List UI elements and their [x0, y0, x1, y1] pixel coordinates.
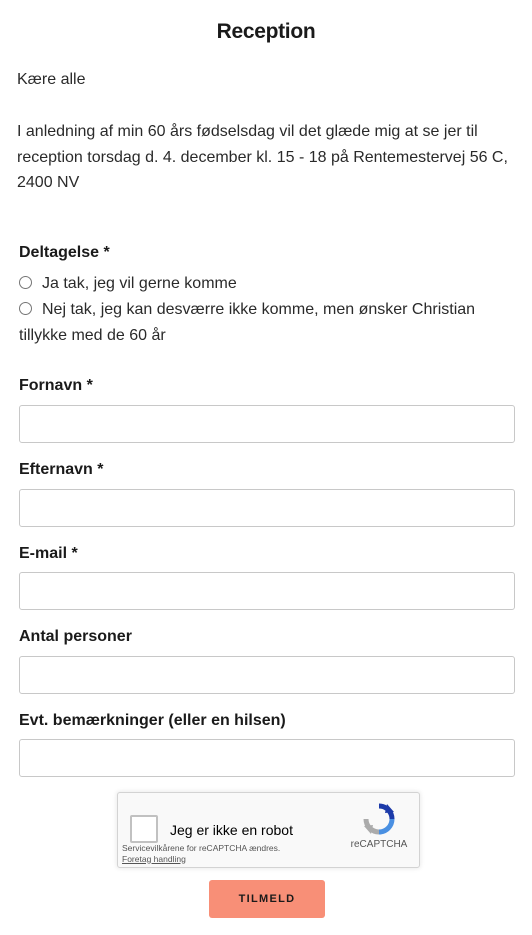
remarks-field[interactable] — [19, 739, 515, 777]
intro-text: I anledning af min 60 års fødselsdag vil… — [17, 123, 508, 191]
persons-label: Antal personer — [19, 628, 132, 645]
attendance-option-yes[interactable]: Ja tak, jeg vil gerne komme — [19, 271, 519, 297]
recaptcha-terms: Servicevilkårene for reCAPTCHA ændres. F… — [122, 843, 280, 864]
recaptcha-terms-link[interactable]: Foretag handling — [122, 854, 280, 865]
attendance-option-yes-label: Ja tak, jeg vil gerne komme — [42, 275, 237, 292]
persons-field[interactable] — [19, 656, 515, 694]
radio-button-no[interactable] — [19, 302, 32, 315]
attendance-label: Deltagelse * — [19, 244, 110, 261]
submit-button[interactable]: TILMELD — [209, 880, 325, 918]
recaptcha-logo-icon — [363, 803, 395, 835]
greeting-text: Kære alle — [17, 71, 86, 88]
first-name-label: Fornavn * — [19, 377, 93, 394]
email-field[interactable] — [19, 572, 515, 610]
attendance-option-no[interactable]: Nej tak, jeg kan desværre ikke komme, me… — [19, 297, 519, 348]
recaptcha-brand: reCAPTCHA — [350, 839, 408, 850]
recaptcha-widget: Jeg er ikke en robot reCAPTCHA Servicevi… — [117, 792, 420, 868]
first-name-field[interactable] — [19, 405, 515, 443]
page-title: Reception — [216, 20, 316, 43]
remarks-label: Evt. bemærkninger (eller en hilsen) — [19, 712, 286, 729]
radio-button-yes[interactable] — [19, 276, 32, 289]
attendance-option-no-label: Nej tak, jeg kan desværre ikke komme, me… — [19, 301, 476, 344]
last-name-field[interactable] — [19, 489, 515, 527]
recaptcha-terms-text: Servicevilkårene for reCAPTCHA ændres. — [122, 843, 281, 853]
email-label: E-mail * — [19, 545, 78, 562]
recaptcha-label: Jeg er ikke en robot — [170, 822, 293, 838]
recaptcha-checkbox[interactable] — [130, 815, 158, 843]
last-name-label: Efternavn * — [19, 461, 104, 478]
